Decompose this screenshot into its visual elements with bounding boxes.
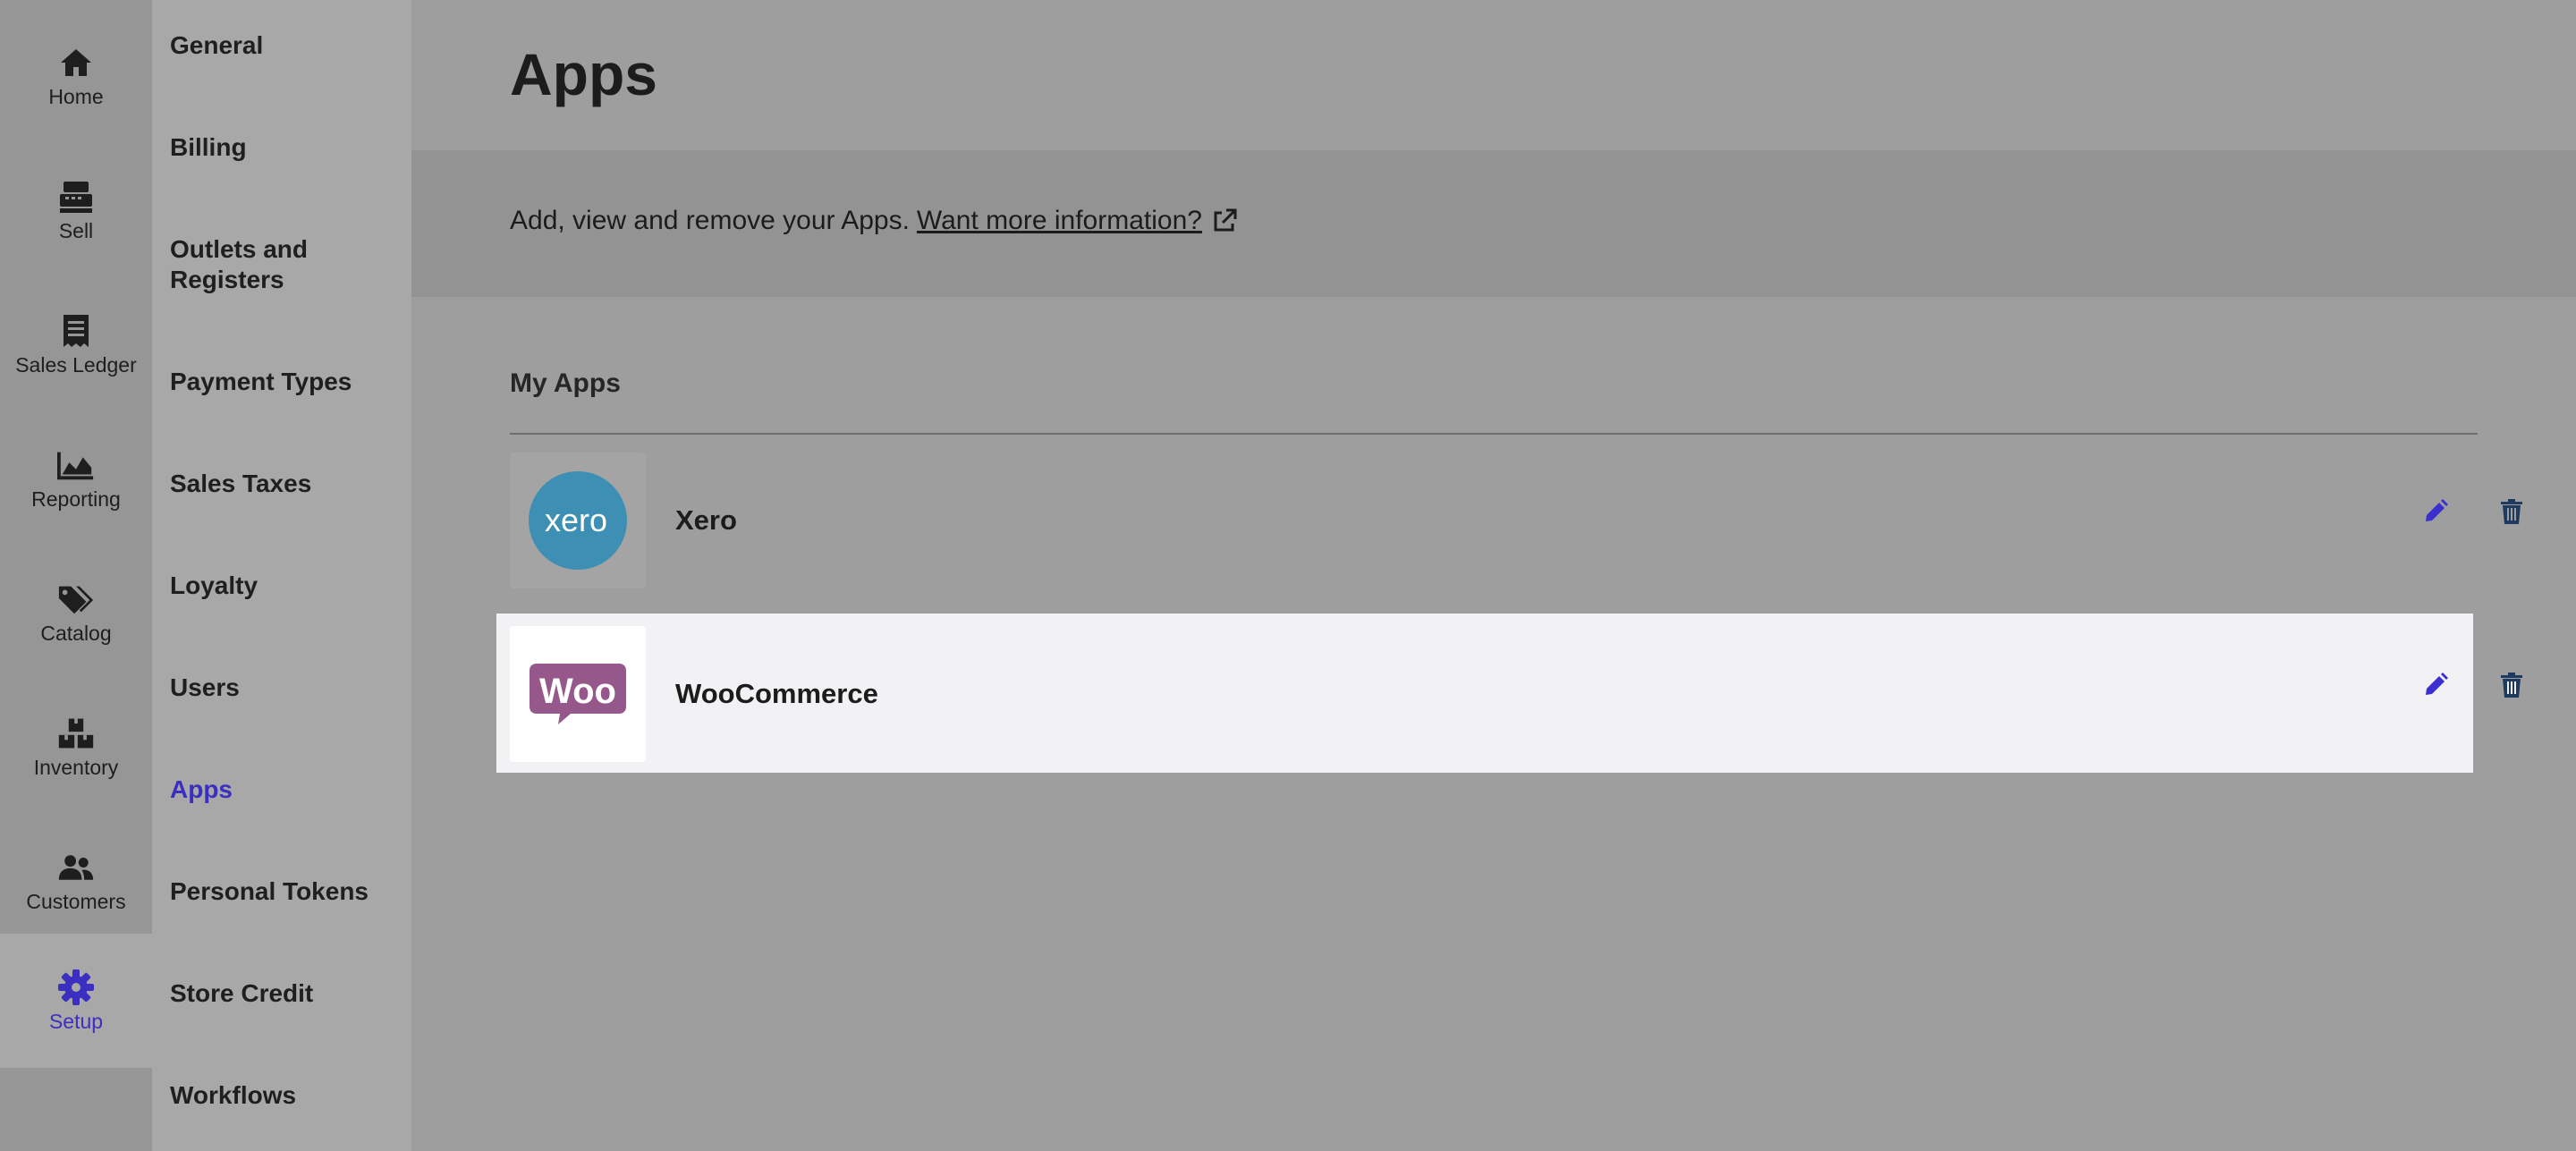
users-icon (57, 849, 95, 886)
setup-subnav: General Billing Outlets and Registers Pa… (152, 0, 411, 1151)
edit-woocommerce-button[interactable] (2419, 671, 2452, 703)
app-name: WooCommerce (675, 678, 878, 709)
page-title: Apps (510, 41, 657, 107)
subnav-loyalty[interactable]: Loyalty (170, 571, 402, 601)
boxes-icon (57, 715, 95, 752)
area-chart-icon (57, 446, 95, 484)
app-name: Xero (675, 504, 737, 536)
nav-sell-label: Sell (58, 218, 94, 242)
edit-xero-button[interactable] (2419, 497, 2452, 529)
home-icon (57, 44, 95, 81)
trash-icon (2500, 498, 2523, 529)
nav-home-label: Home (48, 84, 104, 108)
nav-setup[interactable]: Setup (0, 934, 152, 1068)
trash-icon (2500, 672, 2523, 702)
nav-setup-label: Setup (48, 1009, 104, 1033)
subnav-outlets-and-registers[interactable]: Outlets and Registers (170, 234, 349, 295)
woo-logo-text: Woo (539, 672, 616, 711)
gear-icon (57, 969, 95, 1006)
nav-inventory[interactable]: Inventory (0, 680, 152, 814)
main-content: Apps Add, view and remove your Apps. Wan… (411, 0, 2576, 1151)
main-nav-rail: Home Sell Sales Ledger Reporting Catalog… (0, 0, 152, 1151)
woocommerce-logo: Woo (510, 626, 646, 762)
info-description: Add, view and remove your Apps. (510, 206, 910, 235)
nav-sales-ledger[interactable]: Sales Ledger (0, 277, 152, 411)
info-banner: Add, view and remove your Apps. Want mor… (411, 150, 2576, 297)
nav-customers-label: Customers (26, 889, 126, 913)
nav-home[interactable]: Home (0, 9, 152, 143)
xero-logo: xero (510, 453, 646, 588)
register-icon (57, 178, 95, 216)
subnav-apps[interactable]: Apps (170, 774, 402, 805)
subnav-general[interactable]: General (170, 30, 402, 61)
nav-customers[interactable]: Customers (0, 814, 152, 948)
subnav-billing[interactable]: Billing (170, 132, 402, 163)
pencil-icon (2423, 498, 2448, 529)
subnav-users[interactable]: Users (170, 673, 402, 703)
subnav-workflows[interactable]: Workflows (170, 1080, 402, 1111)
section-divider (510, 433, 2478, 435)
delete-xero-button[interactable] (2496, 497, 2528, 529)
nav-reporting-label: Reporting (31, 487, 121, 511)
app-row-xero: xero Xero (496, 440, 2522, 599)
nav-reporting[interactable]: Reporting (0, 411, 152, 546)
nav-sell[interactable]: Sell (0, 143, 152, 277)
subnav-payment-types[interactable]: Payment Types (170, 367, 402, 397)
external-link-icon[interactable] (1211, 207, 1238, 234)
delete-woocommerce-button[interactable] (2496, 671, 2528, 703)
nav-sales-ledger-label: Sales Ledger (15, 352, 137, 377)
app-row-woocommerce: Woo WooCommerce (496, 614, 2522, 773)
nav-catalog-label: Catalog (40, 621, 112, 645)
pencil-icon (2423, 672, 2448, 702)
nav-catalog[interactable]: Catalog (0, 546, 152, 680)
subnav-personal-tokens[interactable]: Personal Tokens (170, 876, 402, 907)
subnav-sales-taxes[interactable]: Sales Taxes (170, 469, 402, 499)
more-info-link[interactable]: Want more information? (917, 206, 1202, 236)
my-apps-heading: My Apps (510, 368, 621, 398)
info-text-line: Add, view and remove your Apps. Want mor… (510, 206, 1238, 236)
xero-logo-text: xero (545, 502, 607, 538)
subnav-store-credit[interactable]: Store Credit (170, 978, 402, 1009)
tags-icon (57, 580, 95, 618)
nav-inventory-label: Inventory (33, 755, 119, 779)
receipt-icon (57, 312, 95, 350)
